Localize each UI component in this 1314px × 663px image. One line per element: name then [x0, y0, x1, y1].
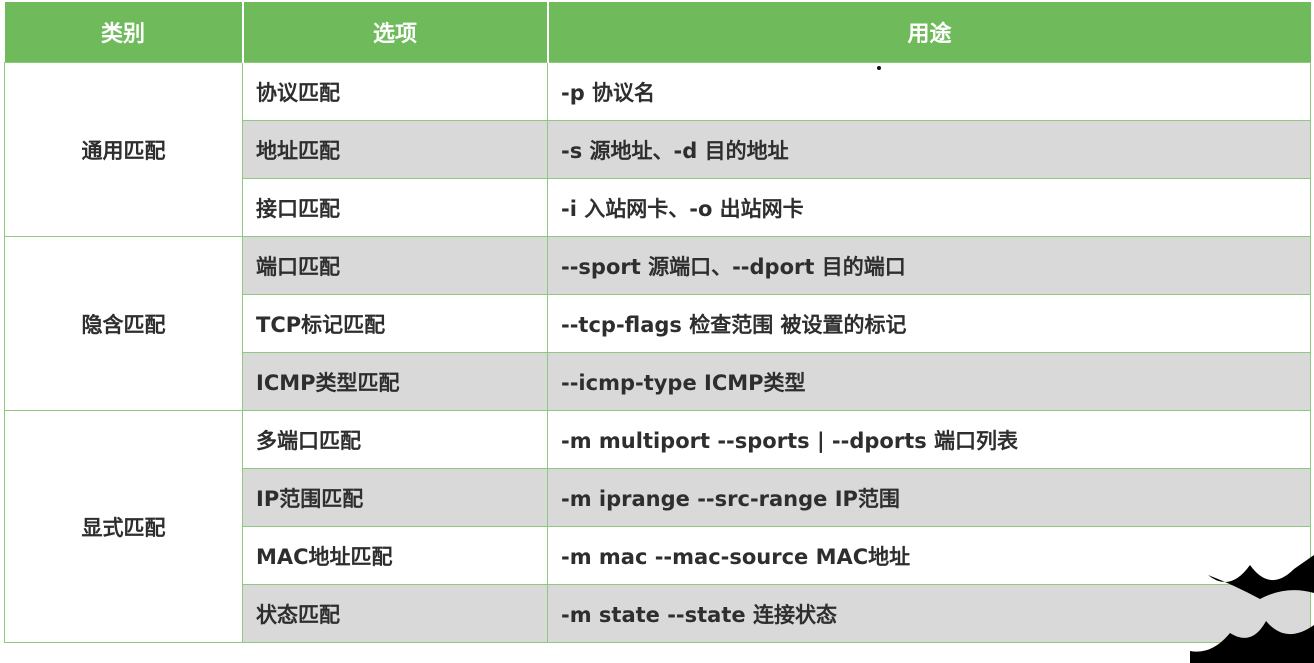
table-row: 隐含匹配 端口匹配 --sport 源端口、--dport 目的端口: [4, 236, 1311, 411]
option-cell: 地址匹配: [242, 120, 548, 179]
option-cell: 端口匹配: [242, 236, 548, 295]
option-cell: MAC地址匹配: [242, 526, 548, 585]
option-cell: 状态匹配: [242, 584, 548, 643]
purpose-cell: -s 源地址、-d 目的地址: [547, 120, 1311, 179]
option-cell: 协议匹配: [242, 62, 548, 121]
table-row: 显式匹配 多端口匹配 -m multiport --sports | --dpo…: [4, 410, 1311, 643]
stray-dot: [877, 66, 881, 70]
table-row: 通用匹配 协议匹配 -p 协议名: [4, 62, 1311, 237]
purpose-cell: --icmp-type ICMP类型: [547, 352, 1311, 411]
table-header-row: 类别 选项 用途: [4, 2, 1311, 63]
category-cell: 通用匹配: [4, 62, 243, 237]
purpose-cell: -m multiport --sports | --dports 端口列表: [547, 410, 1311, 469]
header-purpose: 用途: [547, 2, 1311, 63]
header-option: 选项: [242, 2, 549, 63]
option-cell: IP范围匹配: [242, 468, 548, 527]
purpose-cell: --tcp-flags 检查范围 被设置的标记: [547, 294, 1311, 353]
purpose-cell: -m iprange --src-range IP范围: [547, 468, 1311, 527]
category-cell: 隐含匹配: [4, 236, 243, 411]
option-cell: TCP标记匹配: [242, 294, 548, 353]
corner-decoration-icon: [1190, 555, 1314, 663]
option-cell: 多端口匹配: [242, 410, 548, 469]
option-cell: ICMP类型匹配: [242, 352, 548, 411]
purpose-cell: -p 协议名: [547, 62, 1311, 121]
header-category: 类别: [4, 2, 244, 63]
purpose-cell: --sport 源端口、--dport 目的端口: [547, 236, 1311, 295]
option-cell: 接口匹配: [242, 178, 548, 237]
category-cell: 显式匹配: [4, 410, 243, 643]
iptables-match-table: 类别 选项 用途 通用匹配 协议匹配 -p 协议名 地址匹配 -s 源地址、-d…: [4, 2, 1311, 643]
purpose-cell: -i 入站网卡、-o 出站网卡: [547, 178, 1311, 237]
